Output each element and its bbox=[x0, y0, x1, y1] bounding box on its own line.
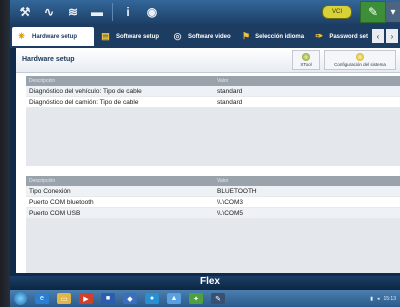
row-value: \\.\COM3 bbox=[217, 198, 244, 206]
panel-header: Hardware setup XTool Configuración del s… bbox=[16, 48, 400, 73]
tab-label: Software setup bbox=[116, 33, 160, 40]
xtool-icon bbox=[302, 53, 310, 61]
wrench-button[interactable]: ✎ bbox=[360, 1, 386, 23]
table-empty-area bbox=[26, 108, 400, 166]
settings-icon bbox=[356, 53, 364, 61]
tab-prev-button[interactable]: ‹ bbox=[372, 29, 384, 43]
column-header-value: Valor bbox=[217, 78, 229, 84]
folder-icon[interactable]: ▭ bbox=[57, 293, 71, 304]
app-icon[interactable]: ▲ bbox=[167, 293, 181, 304]
tab-software-setup[interactable]: ▤ Software setup bbox=[96, 27, 166, 46]
media-icon[interactable]: ▶ bbox=[79, 293, 93, 304]
row-value: standard bbox=[217, 87, 243, 95]
tab-bar: ✷ Hardware setup ▤ Software setup ◎ Soft… bbox=[10, 24, 400, 48]
info-icon[interactable]: i bbox=[119, 3, 137, 21]
gear-icon: ✷ bbox=[17, 31, 26, 41]
table-header: Descripción Valor bbox=[26, 176, 400, 186]
tab-password-set[interactable]: ✑ Password set bbox=[310, 27, 372, 46]
volume-icon[interactable]: ◂ bbox=[377, 296, 380, 302]
network-icon[interactable]: ▮ bbox=[370, 296, 373, 302]
video-icon: ◎ bbox=[173, 31, 182, 41]
table-header: Descripción Valor bbox=[26, 76, 400, 86]
row-description: Diagnóstico del camión: Tipo de cable bbox=[29, 98, 139, 106]
row-description: Puerto COM USB bbox=[29, 209, 81, 217]
start-button[interactable] bbox=[14, 292, 27, 305]
column-header-description: Descripción bbox=[29, 78, 56, 84]
table-row[interactable]: Tipo Conexión BLUETOOTH bbox=[26, 186, 400, 197]
tab-hardware-setup[interactable]: ✷ Hardware setup bbox=[12, 27, 94, 46]
table-row[interactable]: Puerto COM USB \\.\COM5 bbox=[26, 208, 400, 219]
system-config-label: Configuración del sistema bbox=[334, 62, 386, 67]
column-header-value: Valor bbox=[217, 178, 229, 184]
clock[interactable]: 15:13 bbox=[383, 296, 396, 302]
table-row[interactable]: Diagnóstico del vehículo: Tipo de cable … bbox=[26, 86, 400, 97]
tool-icon[interactable]: ⚒ bbox=[16, 3, 34, 21]
table-row[interactable]: Puerto COM bluetooth \\.\COM3 bbox=[26, 197, 400, 208]
wifi-icon[interactable]: ≋ bbox=[64, 3, 82, 21]
document-icon: ▤ bbox=[101, 31, 110, 41]
system-tray: ▮ ◂ 15:13 bbox=[366, 290, 396, 307]
top-toolbar: ⚒ ∿ ≋ ▬ i ◉ VCI ✎ ▾ bbox=[10, 0, 400, 24]
menu-button[interactable]: ▾ bbox=[386, 2, 400, 22]
row-description: Tipo Conexión bbox=[29, 187, 71, 195]
brand-logo: VCI bbox=[322, 5, 352, 19]
system-config-button[interactable]: Configuración del sistema bbox=[324, 50, 396, 70]
key-icon: ✑ bbox=[315, 31, 323, 41]
xtool-button[interactable]: XTool bbox=[292, 50, 320, 70]
folder-icon[interactable]: ▬ bbox=[88, 3, 106, 21]
app-icon[interactable]: ● bbox=[145, 293, 159, 304]
tab-seleccion-idioma[interactable]: ⚑ Selección idioma bbox=[238, 27, 308, 46]
row-description: Puerto COM bluetooth bbox=[29, 198, 94, 206]
xtool-label: XTool bbox=[300, 62, 312, 67]
globe-icon[interactable]: ◉ bbox=[143, 3, 161, 21]
toolbar-right: VCI ✎ ▾ bbox=[322, 0, 400, 24]
connection-table: Descripción Valor Tipo Conexión BLUETOOT… bbox=[26, 176, 400, 273]
row-value: standard bbox=[217, 98, 243, 106]
tab-next-button[interactable]: › bbox=[386, 29, 398, 43]
tab-label: Selección idioma bbox=[255, 33, 305, 40]
row-description: Diagnóstico del vehículo: Tipo de cable bbox=[29, 87, 142, 95]
app-icon[interactable]: ◆ bbox=[123, 293, 137, 304]
toolbar-divider bbox=[112, 3, 113, 21]
signal-icon[interactable]: ∿ bbox=[40, 3, 58, 21]
row-value: \\.\COM5 bbox=[217, 209, 244, 217]
tab-label: Software video bbox=[188, 33, 231, 40]
column-header-description: Descripción bbox=[29, 178, 56, 184]
tab-label: Password set bbox=[329, 33, 368, 40]
table-row[interactable]: Diagnóstico del camión: Tipo de cable st… bbox=[26, 97, 400, 108]
tab-software-video[interactable]: ◎ Software video bbox=[168, 27, 236, 46]
tool-icon[interactable]: ✎ bbox=[211, 293, 225, 304]
app-window: ⚒ ∿ ≋ ▬ i ◉ VCI ✎ ▾ ✷ Hardware setup ▤ S… bbox=[10, 0, 400, 307]
hardware-setup-panel: Hardware setup XTool Configuración del s… bbox=[16, 48, 400, 273]
page-title: Hardware setup bbox=[22, 56, 75, 63]
flag-icon: ⚑ bbox=[242, 31, 251, 41]
footer-bar: Flex bbox=[10, 276, 400, 290]
tab-label: Hardware setup bbox=[32, 33, 78, 40]
row-value: BLUETOOTH bbox=[217, 187, 257, 195]
table-empty-area bbox=[26, 219, 400, 273]
browser-icon[interactable]: e bbox=[35, 293, 49, 304]
app-icon[interactable]: ✦ bbox=[189, 293, 203, 304]
product-label: Flex bbox=[199, 276, 220, 287]
app-icon[interactable]: ■ bbox=[101, 293, 115, 304]
os-taskbar: e ▭ ▶ ■ ◆ ● ▲ ✦ ✎ ▮ ◂ 15:13 bbox=[10, 290, 400, 307]
vehicle-cable-table: Descripción Valor Diagnóstico del vehícu… bbox=[26, 76, 400, 166]
